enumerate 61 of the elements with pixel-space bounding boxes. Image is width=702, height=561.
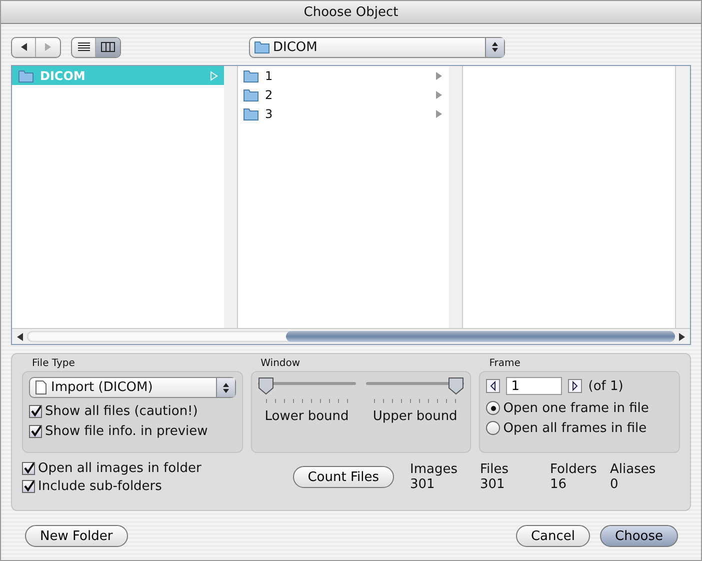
slider-label: Upper bound [372,409,458,424]
scroll-right-arrow-icon [678,332,686,340]
folder-item[interactable]: 1 [237,66,449,85]
folder-icon [254,40,270,54]
column-view-button[interactable] [96,38,120,56]
path-dropdown[interactable]: DICOM [249,36,505,58]
folder-item[interactable]: 2 [237,85,449,104]
scroll-left-arrow-icon [16,332,24,340]
stat-value: 301 [410,477,436,492]
stat-value: 0 [610,477,620,492]
window-title: Choose Object [304,4,398,20]
back-arrow-icon [18,42,28,52]
dialog-button[interactable]: Choose [600,525,678,547]
file-type-dropdown[interactable]: Import (DICOM) [29,377,236,398]
radio-button[interactable] [486,421,500,435]
radio-label: Open all frames in file [503,420,647,436]
forward-arrow-icon [43,42,53,52]
left-arrow-icon [490,381,496,391]
checkbox[interactable] [22,480,35,492]
right-arrow-icon [572,381,578,391]
stat-value: 301 [480,477,506,492]
vertical-scrollbar[interactable] [675,66,690,328]
up-down-arrows-icon [491,41,499,53]
checkbox[interactable] [29,404,42,418]
slider-label: Lower bound [264,409,349,424]
columns-icon [101,42,115,52]
checkbox[interactable] [29,424,42,438]
next-frame-button[interactable] [568,379,582,393]
folder-item[interactable]: 3 [237,104,449,123]
group-label: Window [260,358,302,369]
stat-value: 16 [550,477,568,492]
stat-label: Images [410,462,458,477]
list-icon [78,42,90,52]
frame-count: (of 1) [588,378,624,394]
disclosure-arrow-icon [210,70,218,80]
checkbox-label: Open all images in folder [38,460,202,476]
dialog-button[interactable]: Cancel [516,525,590,547]
folder-icon [243,68,259,82]
folder-icon [243,88,259,102]
previous-frame-button[interactable] [486,379,500,393]
slider-thumb[interactable] [258,377,274,395]
up-down-arrows-icon [222,382,230,394]
horizontal-scrollbar[interactable] [12,328,690,344]
slider-thumb[interactable] [448,377,464,395]
group-label: File Type [31,358,76,369]
count-files-button[interactable]: Count Files [292,466,394,488]
radio-button[interactable] [486,401,500,415]
checkbox-label: Show file info. in preview [45,424,208,438]
checkbox-label: Show all files (caution!) [45,404,198,418]
stat-label: Folders [550,462,598,477]
checkbox-label: Include sub-folders [38,478,162,494]
radio-label: Open one frame in file [503,400,649,416]
checkbox[interactable] [22,462,35,474]
folder-icon [18,68,34,82]
stat-label: Files [480,462,510,477]
group-label: Frame [488,358,522,369]
stat-label: Aliases [610,462,657,477]
document-icon [35,380,47,395]
folder-icon [243,106,259,120]
frame-field[interactable]: 1 [506,377,562,395]
dialog-button[interactable]: New Folder [25,525,128,547]
